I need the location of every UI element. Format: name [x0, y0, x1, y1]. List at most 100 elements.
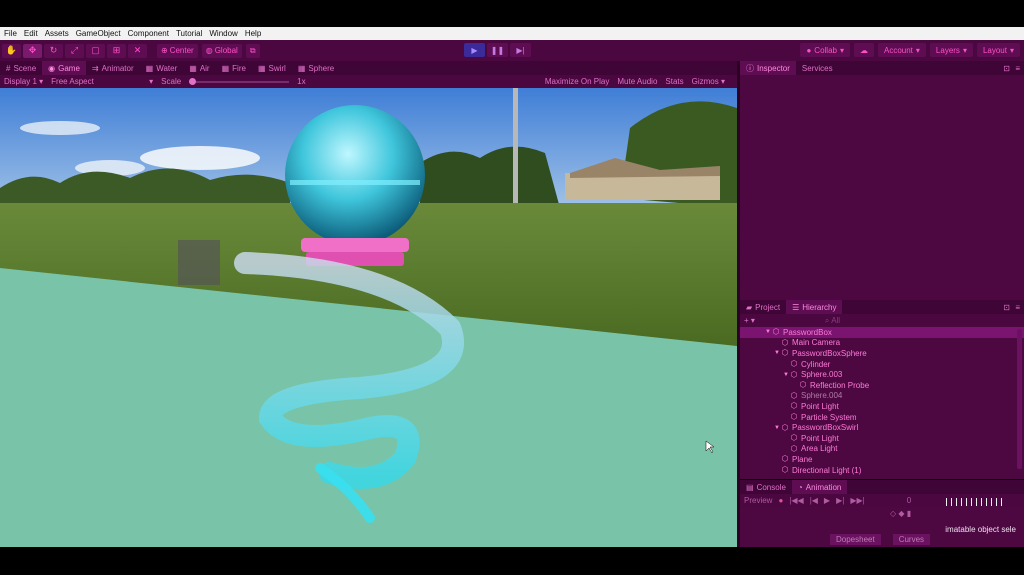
menu-help[interactable]: Help [245, 29, 261, 38]
snap-button[interactable]: ⧉ [245, 43, 260, 58]
scale-slider[interactable] [189, 77, 290, 85]
tab-console[interactable]: ▤ Console [740, 480, 792, 494]
toolbar-right: ● Collab ▾ ☁ Account ▾ Layers ▾ Layout ▾ [800, 43, 1020, 57]
hand-icon[interactable]: ✋ [2, 43, 21, 58]
mute-audio-toggle[interactable]: Mute Audio [617, 77, 657, 86]
next-frame-button[interactable]: ▶| [836, 496, 844, 505]
tab-game[interactable]: ◉ Game [42, 61, 86, 75]
trash-can [178, 240, 220, 285]
hierarchy-rows: ▼ ⬡ PasswordBox ⬡ Main Camera ▼ ⬡ PasswordBoxSp… [740, 327, 1024, 475]
cloud-button[interactable]: ☁ [854, 43, 874, 57]
record-button[interactable]: ● [778, 496, 783, 505]
tab-sphere[interactable]: ▦ Sphere [292, 61, 340, 75]
gameobject-icon: ⬡ [781, 348, 789, 358]
hierarchy-item[interactable]: ▼ ⬡ PasswordBoxSphere [740, 348, 1024, 359]
move-icon[interactable]: ✥ [23, 43, 42, 58]
hierarchy-item[interactable]: ⬡ Area Light [740, 444, 1024, 455]
pivot-center-button[interactable]: ⊕ Center [157, 43, 198, 58]
hierarchy-item[interactable]: ⬡ Particle System [740, 412, 1024, 423]
maximize-on-play-toggle[interactable]: Maximize On Play [545, 77, 609, 86]
tab-air[interactable]: ▦ Air [183, 61, 215, 75]
collab-button[interactable]: ● Collab ▾ [800, 43, 850, 57]
preview-toggle[interactable]: Preview [744, 496, 772, 505]
rect-icon[interactable]: ▢ [86, 43, 105, 58]
menu-file[interactable]: File [4, 29, 17, 38]
aspect-dropdown[interactable]: Free Aspect ▾ [47, 77, 157, 86]
menu-tutorial[interactable]: Tutorial [176, 29, 202, 38]
hierarchy-item[interactable]: ⬡ Plane [740, 454, 1024, 465]
hierarchy-item[interactable]: ▼ ⬡ Sphere.003 [740, 369, 1024, 380]
hierarchy-item[interactable]: ⬡ Point Light [740, 433, 1024, 444]
tab-air-label: Air [199, 63, 210, 73]
create-dropdown[interactable]: + ▾ [744, 316, 755, 325]
lock-icon[interactable]: ⊡ [1003, 64, 1010, 73]
tab-scene[interactable]: # Scene [0, 61, 42, 75]
menu-bar: File Edit Assets GameObject Component Tu… [0, 27, 1024, 40]
pivot-global-button[interactable]: ◍ Global [201, 43, 242, 58]
frame-field[interactable]: 0 [907, 496, 911, 505]
play-animation-button[interactable]: ▶ [824, 496, 830, 505]
tab-services[interactable]: Services [796, 61, 839, 75]
game-view[interactable] [0, 88, 737, 547]
tab-animator[interactable]: ⇉ Animator [86, 61, 140, 75]
gizmos-dropdown[interactable]: Gizmos ▾ [692, 77, 725, 86]
expand-arrow-icon[interactable]: ▼ [782, 372, 790, 378]
menu-icon[interactable]: ≡ [1015, 64, 1020, 73]
account-dropdown[interactable]: Account ▾ [878, 43, 926, 57]
layout-dropdown[interactable]: Layout ▾ [976, 43, 1020, 57]
play-button[interactable]: ▶ [464, 43, 485, 57]
menu-icon[interactable]: ≡ [1015, 303, 1020, 312]
hierarchy-item[interactable]: ⬡ Point Light [740, 401, 1024, 412]
hierarchy-item-label: Point Light [801, 433, 839, 443]
menu-edit[interactable]: Edit [24, 29, 38, 38]
menu-assets[interactable]: Assets [45, 29, 69, 38]
tab-swirl[interactable]: ▦ Swirl [252, 61, 292, 75]
expand-arrow-icon[interactable]: ▼ [773, 350, 781, 356]
snap-icon: ⧉ [249, 45, 256, 55]
scale-slider-knob[interactable] [189, 77, 197, 85]
hierarchy-item[interactable]: ⬡ Sphere.004 [740, 391, 1024, 402]
list-icon: ☰ [792, 302, 800, 312]
hierarchy-item[interactable]: ⬡ Directional Light (1) [740, 465, 1024, 476]
timeline-ruler[interactable] [946, 494, 1018, 506]
tab-project[interactable]: ▰ Project [740, 300, 786, 314]
first-frame-button[interactable]: |◀◀ [789, 496, 803, 505]
tab-water[interactable]: ▦ Water [140, 61, 184, 75]
transform-icon[interactable]: ⊞ [107, 43, 126, 58]
tab-animation[interactable]: ◔ Animation [791, 480, 848, 494]
hierarchy-item[interactable]: ⬡ Reflection Probe [740, 380, 1024, 391]
bottom-tab-bar: ▤ Console ◔ Animation [740, 480, 1024, 494]
tab-hierarchy[interactable]: ☰ Hierarchy [786, 300, 843, 314]
layers-dropdown[interactable]: Layers ▾ [929, 43, 973, 57]
menu-window[interactable]: Window [209, 29, 237, 38]
prev-frame-button[interactable]: |◀ [810, 496, 818, 505]
pause-button[interactable]: ❚❚ [487, 43, 508, 57]
display-dropdown[interactable]: Display 1 ▾ [0, 77, 47, 86]
hierarchy-scrollbar[interactable] [1017, 329, 1022, 469]
animation-panel: ◇ ◆ ▮ imatable object sele Dopesheet Cur… [740, 507, 1024, 547]
menu-component[interactable]: Component [128, 29, 169, 38]
hierarchy-item[interactable]: ⬡ Main Camera [740, 338, 1024, 349]
hierarchy-item[interactable]: ⬡ Cylinder [740, 359, 1024, 370]
tab-fire[interactable]: ▦ Fire [216, 61, 252, 75]
step-button[interactable]: ▶| [510, 43, 531, 57]
hierarchy-item[interactable]: ▼ ⬡ PasswordBoxSwirl [740, 422, 1024, 433]
hierarchy-item[interactable]: ▼ ⬡ PasswordBox [740, 327, 1024, 338]
expand-arrow-icon[interactable]: ▼ [773, 425, 781, 431]
curves-tab[interactable]: Curves [892, 534, 931, 545]
lock-icon[interactable]: ⊡ [1003, 303, 1010, 312]
menu-gameobject[interactable]: GameObject [76, 29, 121, 38]
add-keyframe-button[interactable]: ◇ ◆ ▮ [890, 509, 911, 518]
dopesheet-tab[interactable]: Dopesheet [830, 534, 881, 545]
custom-tool-icon[interactable]: ✕ [128, 43, 147, 58]
stats-toggle[interactable]: Stats [665, 77, 683, 86]
layers-label: Layers [935, 45, 960, 55]
scale-icon[interactable]: ⤢ [65, 43, 84, 58]
tab-fire-label: Fire [232, 63, 246, 73]
fire-icon: ▦ [221, 63, 230, 73]
rotate-icon[interactable]: ↻ [44, 43, 63, 58]
last-frame-button[interactable]: ▶▶| [850, 496, 864, 505]
expand-arrow-icon[interactable]: ▼ [764, 329, 772, 335]
hierarchy-search-input[interactable]: ⌕ All [825, 316, 840, 326]
tab-inspector[interactable]: ⓘ Inspector [740, 61, 796, 75]
